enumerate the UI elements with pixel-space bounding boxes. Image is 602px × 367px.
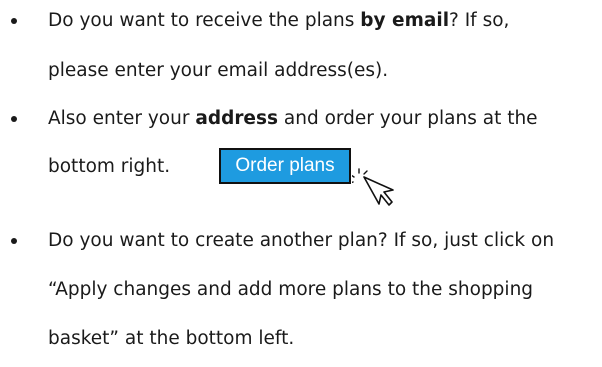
- bullet-2-line-2: bottom right.: [48, 156, 171, 177]
- bullet-1-line-2: please enter your email address(es).: [48, 60, 389, 81]
- emphasis-address: address: [195, 108, 279, 129]
- pointer-hand-click-icon: [352, 168, 394, 206]
- bullet-3-line-3: basket” at the bottom left.: [48, 328, 295, 349]
- emphasis-by-email: by email: [360, 10, 450, 31]
- bullet-dot-icon: [11, 238, 17, 244]
- bullet-2-line-1: Also enter your address and order your p…: [48, 108, 538, 129]
- order-plans-button[interactable]: Order plans: [219, 148, 351, 184]
- bullet-1-line-1: Do you want to receive the plans by emai…: [48, 10, 510, 31]
- bullet-dot-icon: [11, 18, 17, 24]
- bullet-dot-icon: [11, 116, 17, 122]
- bullet-3-line-1: Do you want to create another plan? If s…: [48, 230, 555, 251]
- bullet-3-line-2: “Apply changes and add more plans to the…: [48, 279, 534, 300]
